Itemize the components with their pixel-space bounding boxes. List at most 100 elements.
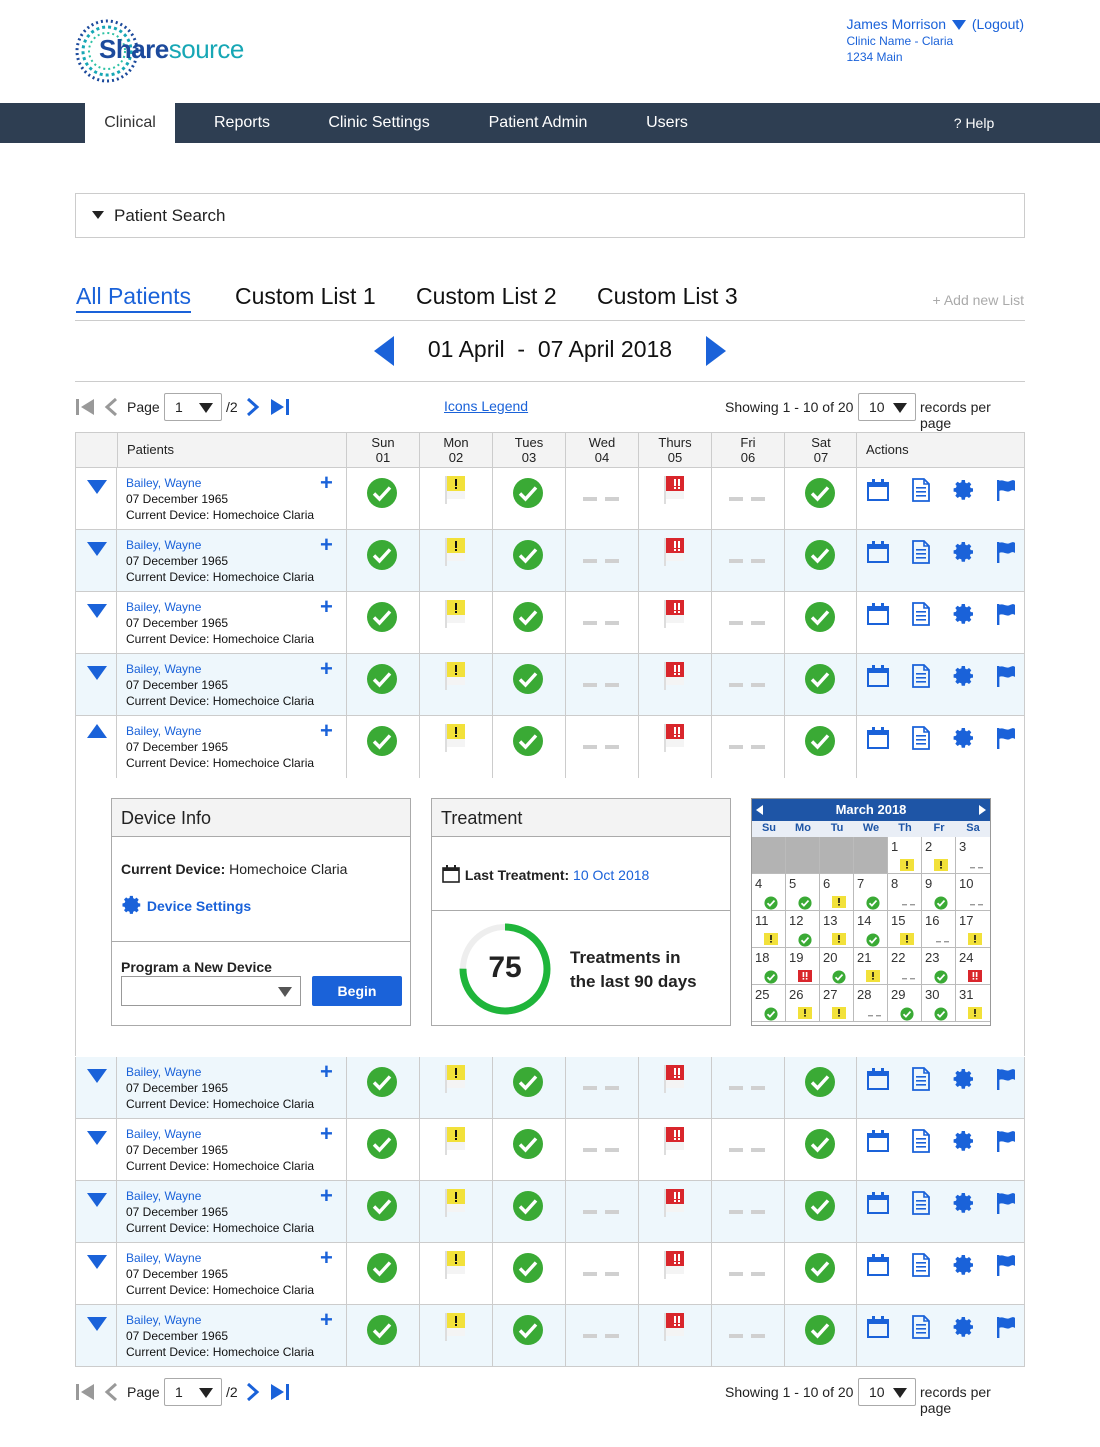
- report-document-icon[interactable]: [909, 478, 933, 502]
- calendar-day-cell[interactable]: 27: [820, 985, 854, 1022]
- flag-action-icon[interactable]: [994, 602, 1018, 626]
- status-ok[interactable]: [804, 601, 836, 633]
- expand-row-icon[interactable]: [87, 1131, 107, 1145]
- status-alert[interactable]: [658, 1187, 690, 1219]
- user-name[interactable]: James Morrison: [846, 16, 946, 32]
- calendar-day-cell[interactable]: 31: [956, 985, 990, 1022]
- calendar-next-icon[interactable]: [979, 805, 986, 815]
- flag-action-icon[interactable]: [994, 478, 1018, 502]
- calendar-day-cell[interactable]: 28: [854, 985, 888, 1022]
- first-page-icon[interactable]: [75, 1382, 95, 1402]
- next-page-icon[interactable]: [245, 1382, 261, 1402]
- status-ok[interactable]: [512, 1128, 544, 1160]
- patient-name-link[interactable]: Bailey, Wayne: [126, 724, 201, 738]
- status-ok[interactable]: [366, 477, 398, 509]
- status-ok[interactable]: [512, 477, 544, 509]
- prev-page-icon[interactable]: [103, 1382, 119, 1402]
- patient-name-link[interactable]: Bailey, Wayne: [126, 1251, 201, 1265]
- last-page-icon[interactable]: [270, 1382, 290, 1402]
- report-document-icon[interactable]: [909, 664, 933, 688]
- status-warning[interactable]: [439, 1311, 471, 1343]
- report-document-icon[interactable]: [909, 1067, 933, 1091]
- expand-row-icon[interactable]: [87, 1317, 107, 1331]
- status-ok[interactable]: [512, 539, 544, 571]
- calendar-action-icon[interactable]: [866, 1067, 890, 1091]
- status-ok[interactable]: [804, 725, 836, 757]
- calendar-action-icon[interactable]: [866, 726, 890, 750]
- status-ok[interactable]: [804, 663, 836, 695]
- status-warning[interactable]: [439, 1249, 471, 1281]
- settings-gear-icon[interactable]: [952, 664, 976, 688]
- status-warning[interactable]: [439, 1125, 471, 1157]
- calendar-action-icon[interactable]: [866, 1315, 890, 1339]
- calendar-day-cell[interactable]: 20: [820, 948, 854, 985]
- calendar-day-cell[interactable]: 14: [854, 911, 888, 948]
- expand-row-icon[interactable]: [87, 480, 107, 494]
- next-page-icon[interactable]: [245, 397, 261, 417]
- expand-row-icon[interactable]: [87, 1255, 107, 1269]
- status-alert[interactable]: [658, 1063, 690, 1095]
- status-ok[interactable]: [804, 1314, 836, 1346]
- icons-legend-link[interactable]: Icons Legend: [444, 398, 528, 414]
- settings-gear-icon[interactable]: [952, 1315, 976, 1339]
- per-page-select[interactable]: 10: [858, 393, 916, 421]
- per-page-select[interactable]: 10: [858, 1378, 916, 1406]
- settings-gear-icon[interactable]: [952, 540, 976, 564]
- status-ok[interactable]: [512, 1314, 544, 1346]
- add-icon[interactable]: +: [320, 720, 333, 742]
- nav-users[interactable]: Users: [630, 103, 704, 143]
- patient-name-link[interactable]: Bailey, Wayne: [126, 1313, 201, 1327]
- report-document-icon[interactable]: [909, 1315, 933, 1339]
- report-document-icon[interactable]: [909, 1253, 933, 1277]
- first-page-icon[interactable]: [75, 397, 95, 417]
- calendar-day-cell[interactable]: 26: [786, 985, 820, 1022]
- calendar-day-cell[interactable]: 16: [922, 911, 956, 948]
- add-icon[interactable]: +: [320, 658, 333, 680]
- expand-row-icon[interactable]: [87, 604, 107, 618]
- calendar-action-icon[interactable]: [866, 1191, 890, 1215]
- calendar-day-cell[interactable]: 10: [956, 874, 990, 911]
- patient-name-link[interactable]: Bailey, Wayne: [126, 538, 201, 552]
- logout-link[interactable]: (Logout): [972, 16, 1024, 32]
- expand-row-icon[interactable]: [87, 1069, 107, 1083]
- report-document-icon[interactable]: [909, 602, 933, 626]
- calendar-action-icon[interactable]: [866, 478, 890, 502]
- calendar-day-cell[interactable]: 6: [820, 874, 854, 911]
- status-ok[interactable]: [804, 1066, 836, 1098]
- status-warning[interactable]: [439, 1063, 471, 1095]
- nav-patient-admin[interactable]: Patient Admin: [470, 103, 606, 143]
- status-warning[interactable]: [439, 660, 471, 692]
- status-ok[interactable]: [512, 1252, 544, 1284]
- status-alert[interactable]: [658, 1125, 690, 1157]
- add-new-list-link[interactable]: + Add new List: [933, 292, 1024, 308]
- status-alert[interactable]: [658, 536, 690, 568]
- status-alert[interactable]: [658, 722, 690, 754]
- status-alert[interactable]: [658, 1311, 690, 1343]
- add-icon[interactable]: +: [320, 1123, 333, 1145]
- nav-clinical[interactable]: Clinical: [85, 103, 175, 143]
- settings-gear-icon[interactable]: [952, 478, 976, 502]
- expand-row-icon[interactable]: [87, 542, 107, 556]
- calendar-day-cell[interactable]: 2: [922, 837, 956, 874]
- status-ok[interactable]: [366, 539, 398, 571]
- flag-action-icon[interactable]: [994, 1067, 1018, 1091]
- report-document-icon[interactable]: [909, 1191, 933, 1215]
- calendar-day-cell[interactable]: 29: [888, 985, 922, 1022]
- status-ok[interactable]: [804, 477, 836, 509]
- calendar-day-cell[interactable]: 17: [956, 911, 990, 948]
- status-warning[interactable]: [439, 722, 471, 754]
- patient-name-link[interactable]: Bailey, Wayne: [126, 600, 201, 614]
- calendar-day-cell[interactable]: 23: [922, 948, 956, 985]
- add-icon[interactable]: +: [320, 1309, 333, 1331]
- report-document-icon[interactable]: [909, 1129, 933, 1153]
- settings-gear-icon[interactable]: [952, 1253, 976, 1277]
- status-ok[interactable]: [512, 601, 544, 633]
- status-alert[interactable]: [658, 1249, 690, 1281]
- user-menu-caret-icon[interactable]: [951, 20, 966, 30]
- settings-gear-icon[interactable]: [952, 1191, 976, 1215]
- calendar-day-cell[interactable]: 18: [752, 948, 786, 985]
- tab-all-patients[interactable]: All Patients: [76, 283, 192, 313]
- collapse-row-icon[interactable]: [87, 724, 107, 738]
- flag-action-icon[interactable]: [994, 1315, 1018, 1339]
- status-ok[interactable]: [512, 725, 544, 757]
